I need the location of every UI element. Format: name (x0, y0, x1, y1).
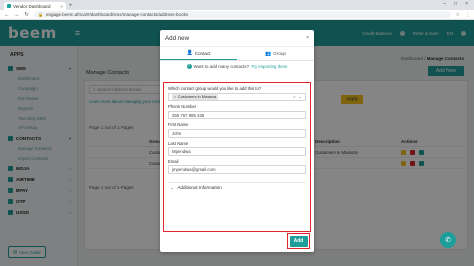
tab-group[interactable]: 👥 Group (237, 47, 314, 60)
modal-header: Add new × (160, 30, 314, 47)
modal-tabs: 👤 Contact 👥 Group (160, 47, 314, 61)
add-button[interactable]: Add (289, 235, 308, 247)
bookmark-star-icon[interactable]: ☆ (456, 12, 460, 18)
chevron-down-icon: ⌄ (170, 184, 174, 190)
email-field[interactable]: jmpendwa@gmail.com (168, 165, 306, 174)
tab-contact-label: Contact (194, 50, 211, 56)
forward-icon[interactable]: → (14, 12, 20, 18)
notice-text: Want to add many contacts? (193, 63, 250, 69)
browser-menu-icon[interactable]: ⋮ (465, 12, 470, 18)
add-button-highlight: Add (287, 233, 310, 249)
group-chip-label: Customers in Mwanza (177, 94, 217, 100)
address-bar-row: ← → ↻ 🔒 engage.beem.africa/#/dashboard/s… (0, 10, 474, 20)
import-notice: ? Want to add many contacts? Try importi… (160, 61, 314, 71)
url-text: engage.beem.africa/#/dashboard/sms/manag… (45, 12, 189, 17)
additional-info-toggle[interactable]: ⌄ Additional Information (168, 181, 306, 192)
first-name-label: First Name (168, 122, 189, 128)
select-controls: × ⌄ (293, 94, 302, 99)
chevron-down-icon[interactable]: ⌄ (299, 94, 302, 99)
phone-label: Phone Number (168, 104, 197, 110)
reload-icon[interactable]: ↻ (24, 12, 29, 18)
browser-tab[interactable]: Vendor Dashboard × (4, 2, 66, 10)
group-label: Which contact group would you like to ad… (168, 86, 262, 91)
phone-field[interactable]: 255 767 885 435 (168, 110, 306, 120)
lock-icon: 🔒 (38, 12, 43, 17)
url-field[interactable]: 🔒 engage.beem.africa/#/dashboard/sms/man… (34, 11, 451, 18)
first-name-field[interactable]: John (168, 128, 306, 138)
group-chip[interactable]: × Customers in Mwanza (172, 93, 219, 100)
group-select[interactable]: × Customers in Mwanza × ⌄ (168, 92, 306, 102)
clear-icon[interactable]: × (293, 94, 295, 99)
new-tab-icon[interactable]: + (69, 3, 73, 9)
support-chat-button[interactable]: ✆ (440, 232, 456, 248)
maximize-icon[interactable]: □ (454, 1, 457, 7)
tab-group-label: Group (273, 51, 286, 56)
tab-contact[interactable]: 👤 Contact (160, 47, 237, 60)
minimize-icon[interactable]: – (443, 1, 446, 7)
browser-tab-bar: Vendor Dashboard × + – □ × (0, 0, 474, 10)
chip-remove-icon[interactable]: × (174, 94, 176, 99)
phone-icon: ✆ (445, 237, 451, 244)
close-window-icon[interactable]: × (465, 1, 468, 7)
window-controls: – □ × (443, 1, 474, 9)
import-link[interactable]: Try importing them (251, 64, 287, 69)
last-name-label: Last Name (168, 140, 189, 146)
add-new-modal: Add new × 👤 Contact 👥 Group ? Want to ad… (160, 30, 314, 252)
last-name-field[interactable]: Mpendwa (168, 147, 306, 156)
close-tab-icon[interactable]: × (60, 4, 63, 9)
additional-info-label: Additional Information (177, 184, 222, 190)
close-icon[interactable]: × (306, 35, 309, 41)
back-icon[interactable]: ← (4, 12, 10, 18)
contact-form: Which contact group would you like to ad… (163, 82, 311, 232)
email-label: Email (168, 158, 179, 164)
favicon-icon (7, 4, 11, 8)
browser-right-icons: ☆ ⋮ (456, 12, 470, 18)
browser-tab-title: Vendor Dashboard (13, 3, 51, 9)
group-icon: 👥 (264, 50, 272, 57)
person-icon: 👤 (186, 50, 193, 56)
modal-title: Add new (165, 34, 190, 42)
question-icon: ? (186, 63, 192, 69)
